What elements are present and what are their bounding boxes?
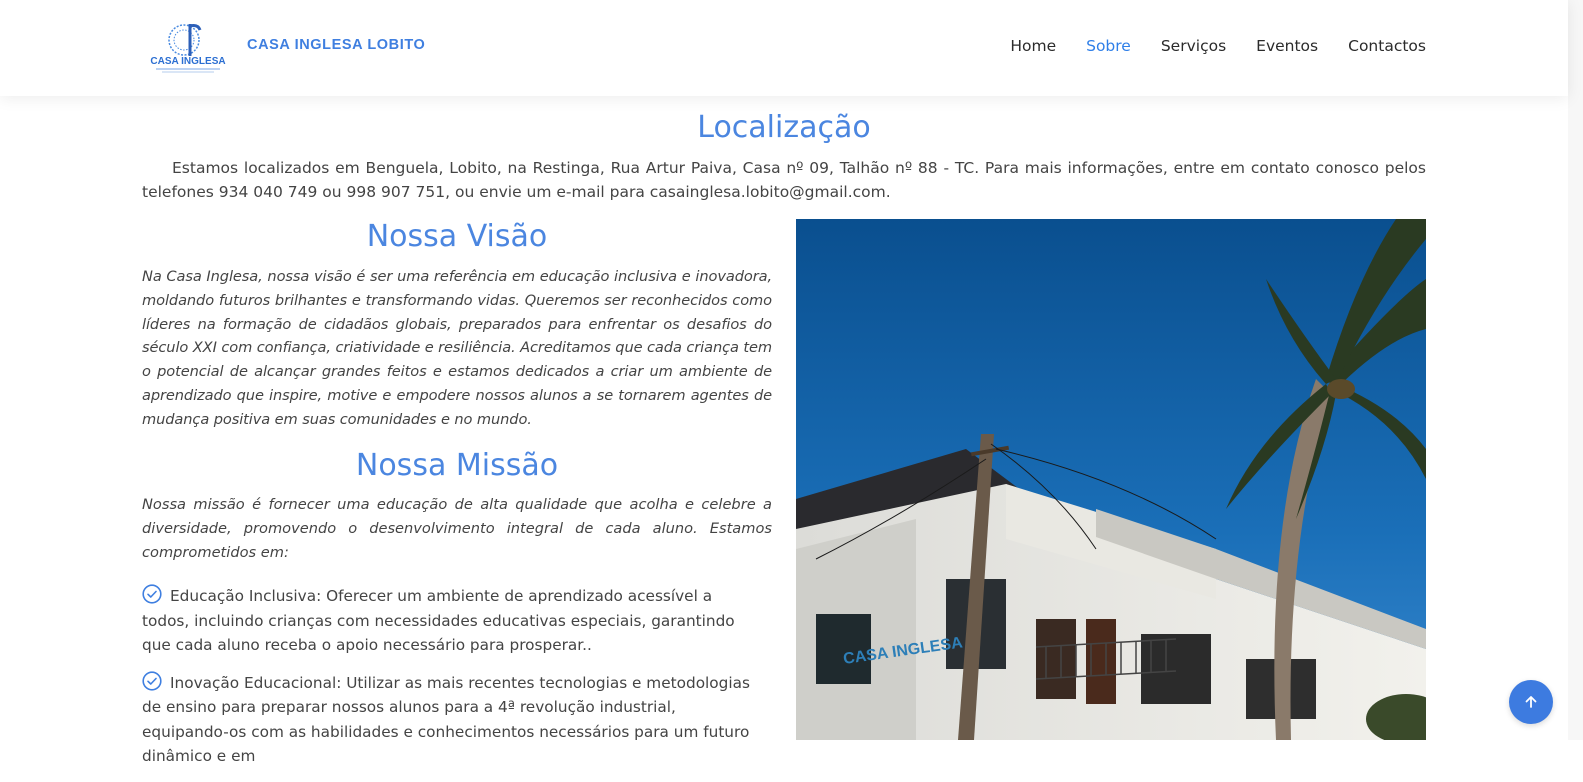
check-circle-icon — [142, 670, 162, 691]
list-item-text: Inovação Educacional: Utilizar as mais r… — [142, 673, 750, 766]
check-circle-icon — [142, 584, 162, 604]
mission-list: Educação Inclusiva: Oferecer um ambiente… — [142, 584, 752, 782]
site-brand-name[interactable]: CASA INGLESA LOBITO — [247, 37, 425, 53]
list-item-text: Educação Inclusiva: Oferecer um ambiente… — [142, 587, 735, 654]
globe-logo-icon: CASA INGLESA — [150, 24, 226, 73]
mission-heading: Nossa Missão — [355, 448, 559, 483]
site-header: CASA INGLESA CASA INGLESA LOBITO Home So… — [0, 0, 1568, 96]
location-paragraph: Estamos localizados em Benguela, Lobito,… — [142, 159, 1426, 201]
site-logo[interactable]: CASA INGLESA — [150, 20, 226, 76]
page-scrollbar[interactable] — [1568, 0, 1583, 740]
location-heading: Localização — [697, 110, 871, 145]
arrow-up-icon — [1525, 696, 1537, 708]
nav-home[interactable]: Home — [1010, 35, 1056, 57]
vision-heading: Nossa Visão — [366, 219, 548, 254]
logo-text: CASA INGLESA — [150, 56, 225, 67]
nav-servicos[interactable]: Serviços — [1161, 35, 1226, 57]
nav-eventos[interactable]: Eventos — [1256, 35, 1318, 57]
main-nav: Home Sobre Serviços Eventos Contactos — [1010, 35, 1426, 57]
school-building-photo: CASA INGLESA — [796, 219, 1426, 740]
mission-paragraph: Nossa missão é fornecer uma educação de … — [142, 496, 772, 561]
list-item: Educação Inclusiva: Oferecer um ambiente… — [142, 584, 752, 658]
vision-paragraph: Na Casa Inglesa, nossa visão é ser uma r… — [142, 268, 773, 428]
nav-sobre[interactable]: Sobre — [1086, 35, 1131, 57]
back-to-top-button[interactable] — [1509, 680, 1553, 724]
list-item: Inovação Educacional: Utilizar as mais r… — [142, 670, 752, 769]
nav-contactos[interactable]: Contactos — [1348, 35, 1426, 57]
